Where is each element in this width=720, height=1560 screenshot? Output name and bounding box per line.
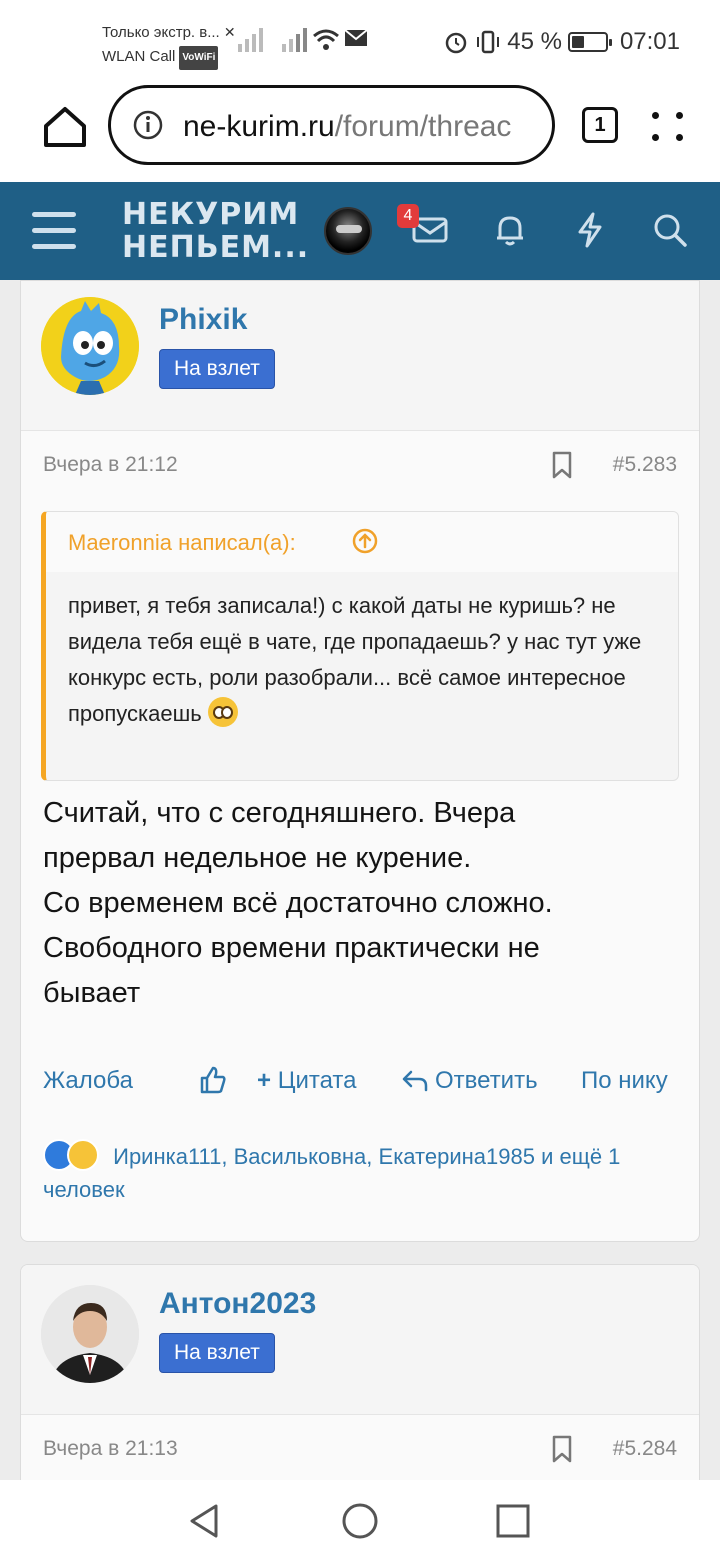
address-bar[interactable]: ne-kurim.ru/forum/threac (108, 85, 555, 165)
bookmark-icon[interactable] (551, 451, 573, 479)
arrow-up-circle-icon[interactable] (352, 528, 378, 554)
post-date[interactable]: Вчера в 21:12 (43, 453, 178, 477)
back-icon[interactable] (186, 1502, 224, 1540)
search-icon[interactable] (650, 210, 690, 250)
pleading-face-icon (207, 697, 238, 727)
post-body-line: прервал недельное не курение. (43, 842, 472, 874)
hamburger-menu-icon[interactable] (32, 212, 78, 250)
url-path: /forum/threac (334, 110, 512, 143)
reply-icon[interactable] (401, 1069, 429, 1093)
quote-text-content: привет, я тебя записала!) с какой даты н… (68, 593, 642, 726)
recents-icon[interactable] (494, 1502, 532, 1540)
post-body-line: Со временем всё достаточно сложно. (43, 887, 553, 919)
post-body-line: Считай, что с сегодняшнего. Вчера (43, 797, 516, 829)
quote-button-label: Цитата (277, 1067, 357, 1094)
reply-link[interactable]: Ответить (435, 1067, 538, 1095)
site-logo[interactable]: НЕКУРИМ НЕПЬЕМ... (122, 198, 309, 264)
username[interactable]: Phixik (159, 303, 247, 337)
status-bar: Только экстр. в... ✕ WLAN Call VoWiFi 45 … (0, 0, 720, 84)
plus-icon: + (257, 1067, 272, 1094)
messages-badge: 4 (397, 204, 419, 228)
like-icon[interactable] (199, 1065, 227, 1095)
avatar[interactable] (41, 297, 139, 395)
logo-line2: НЕПЬЕМ... (122, 230, 310, 265)
user-title-badge: На взлет (159, 1333, 275, 1373)
lightning-icon[interactable] (570, 210, 610, 250)
logo-line1: НЕКУРИМ (122, 197, 300, 232)
wlan-call-label: WLAN Call (102, 48, 176, 65)
forum-header: НЕКУРИМ НЕПЬЕМ... 4 (0, 182, 720, 280)
post-meta: Вчера в 21:12 #5.283 (21, 431, 699, 501)
quote-block: Maeronnia написал(а): привет, я тебя зап… (41, 511, 679, 781)
post-date[interactable]: Вчера в 21:13 (43, 1437, 178, 1461)
tabs-button[interactable]: 1 (582, 107, 618, 143)
reactions-bar[interactable]: Иринка111, Васильковна, Екатерина1985 и … (43, 1139, 683, 1206)
user-avatar[interactable] (324, 207, 372, 255)
alarm-icon (445, 32, 467, 54)
close-icon: ✕ (223, 24, 236, 40)
system-nav-bar (0, 1480, 720, 1560)
post-body: Считай, что с сегодняшнего. Вчера прерва… (43, 791, 673, 1016)
post-body-line: Свободного времени практически не (43, 932, 540, 964)
battery-icon (567, 32, 612, 52)
post-body-line: бывает (43, 977, 141, 1009)
report-link[interactable]: Жалоба (43, 1067, 133, 1095)
post: Phixik На взлет Вчера в 21:12 #5.283 Mae… (20, 280, 700, 1242)
reactions-list[interactable]: Иринка111, Васильковна, Екатерина1985 и … (43, 1144, 620, 1202)
browser-toolbar: ne-kurim.ru/forum/threac 1 (0, 84, 720, 182)
by-nick-link[interactable]: По нику (581, 1067, 668, 1095)
url-domain: ne-kurim.ru (183, 110, 335, 143)
vowifi-badge: VoWiFi (179, 46, 219, 70)
username[interactable]: Антон2023 (159, 1287, 316, 1321)
notification-text: Только экстр. в... (102, 24, 220, 41)
url-text[interactable]: ne-kurim.ru/forum/threac (183, 110, 511, 144)
post-user-block: Phixik На взлет (21, 281, 699, 431)
post-user-block: Антон2023 На взлет (21, 1265, 699, 1415)
wow-face-icon (67, 1139, 99, 1171)
quote-header: Maeronnia написал(а): (46, 512, 678, 572)
wifi-icon (313, 29, 339, 50)
post-actions: Жалоба + Цитата Ответить По нику (21, 1061, 699, 1101)
mail-icon (344, 29, 368, 46)
clock: 07:01 (619, 28, 680, 55)
home-nav-icon[interactable] (341, 1502, 379, 1540)
bell-icon[interactable] (490, 210, 530, 250)
quote-author[interactable]: Maeronnia написал(а): (68, 530, 296, 556)
home-icon[interactable] (40, 102, 90, 152)
reaction-icons (43, 1139, 107, 1171)
avatar-image (41, 1285, 139, 1383)
signal-icon (238, 28, 263, 52)
status-right: 45 % 07:01 (443, 28, 680, 56)
quote-text: привет, я тебя записала!) с какой даты н… (68, 588, 658, 732)
vibrate-icon (477, 30, 500, 54)
avatar[interactable] (41, 1285, 139, 1383)
info-icon[interactable] (133, 110, 163, 140)
quote-button[interactable]: + Цитата (257, 1067, 356, 1095)
post-meta: Вчера в 21:13 #5.284 (21, 1415, 699, 1485)
avatar-image (41, 297, 139, 395)
bookmark-icon[interactable] (551, 1435, 573, 1463)
signal-icon (282, 28, 307, 52)
battery-percent: 45 % (507, 28, 562, 55)
user-title-badge: На взлет (159, 349, 275, 389)
more-menu-icon[interactable] (652, 108, 688, 148)
post-number[interactable]: #5.284 (613, 1437, 677, 1461)
post-number[interactable]: #5.283 (613, 453, 677, 477)
notification-area: Только экстр. в... ✕ WLAN Call VoWiFi (102, 20, 236, 70)
post: Антон2023 На взлет Вчера в 21:13 #5.284 (20, 1264, 700, 1504)
